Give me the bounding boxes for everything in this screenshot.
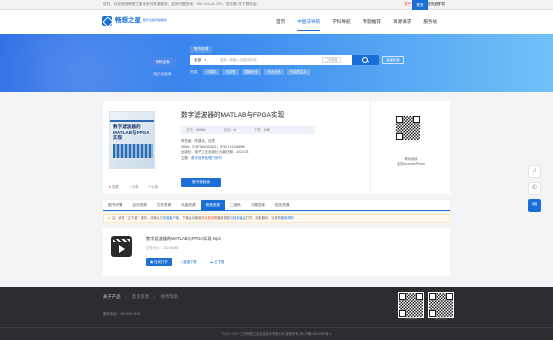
site-logo[interactable]: 畅想之星 数字出版传播服务 [102,16,167,26]
nav-home[interactable]: 首页 [270,10,291,34]
video-file-item: 数字滤波器的MATLAB与FPGA实现.mp4 文件大小：102.48MB ▣ … [103,228,450,276]
book-title: 数字滤波器的MATLAB与FPGA实现 [181,112,285,119]
subject-link[interactable]: 数字信号处理门系列 [191,156,222,160]
warning-icon: ● [108,216,110,220]
search-banner: 学科检索 知识点检索 图书资源 全部 ▾ 搜索 | 请输入关键词检索 二次检索 高… [0,34,553,92]
secondary-search-toggle[interactable]: 二次检索 [322,57,341,63]
favorite-button[interactable]: ♥ 收藏 [109,185,124,189]
help-footer-link[interactable]: 使用帮助 [160,294,178,299]
tab-cd[interactable]: 光盘资源 [176,200,200,210]
search-bar: 全部 ▾ 搜索 | 请输入关键词检索 二次检索 [190,55,379,65]
hot-tag[interactable]: 马克思 [222,69,239,76]
wechat-qr-icon [428,292,454,318]
tab-answers[interactable]: 习题答案 [246,200,270,210]
share-button[interactable]: < 分享 [129,185,144,189]
wechat-caption: 官方微信 [434,316,447,320]
book-stats: 浏览：30961 阅读：6 下载：198 [181,126,315,134]
notification-bell-icon[interactable]: ♫ [528,165,541,178]
quote-icon: ❝ [148,185,151,189]
hot-label: 热搜： [190,70,201,74]
service-hotline: 服务热线：400-600-4011 [103,312,141,316]
normal-download-button[interactable]: ⤓ 普通下载 [177,258,201,266]
tab-qrcode[interactable]: 二维码 [225,200,246,210]
resource-tabs: 图书详情 目次资源 文件资源 光盘资源 视频资源 二维码 习题答案 相关资源 [103,200,450,211]
tab-book-detail[interactable]: 图书详情 [103,200,127,210]
hot-tag[interactable]: 计算机 [203,69,220,76]
book-cover[interactable]: 数字滤波器的MATLAB与FPGA实现 [109,111,155,169]
file-size: 文件大小：102.48MB [146,246,179,250]
read-count: 6 [233,127,236,132]
cover-title: 数字滤波器的MATLAB与FPGA实现 [113,124,150,140]
site-footer: 关于产品 | 意见反馈 | 使用帮助 服务热线：400-600-4011 手机网站 官方… [0,287,553,340]
tab-related[interactable]: 相关资源 [270,200,294,210]
hot-tag[interactable]: 马克思主义 [286,69,310,76]
hot-tag[interactable]: 国家安全 [241,69,262,76]
cover-art [113,144,153,158]
file-name[interactable]: 数字滤波器的MATLAB与FPGA实现.mp4 [146,236,221,241]
chevron-down-icon: ▾ [204,58,206,62]
hot-searches: 热搜： 计算机 马克思 国家安全 可大艺术 马克思主义 [190,69,313,76]
book-info: 责任者：陈建功、杜勇 ISBN：9787894322821；9787121158… [181,139,248,161]
nav-subject[interactable]: 学科导航 [326,10,356,34]
site-header: 畅想之星 数字出版传播服务 首页 中图法导航 学科导航 专题推荐 资源请求 服务… [0,10,553,34]
read-download-button[interactable]: 借书我就读 [181,178,221,187]
mobile-site-caption: 手机网站 [404,316,417,320]
main-nav: 首页 中图法导航 学科导航 专题推荐 资源请求 服务站 [270,10,443,34]
book-actions: ♥ 收藏 < 分享 ❝ 引用 [109,185,168,189]
qr-caption: 移动阅读 支持Android/iPhone [396,157,426,166]
share-icon: < [128,185,131,189]
download-notice: ● 注：该任〝云下载〞操作，请确认已安装客户端，下载后请使用你认真说明播放视频已经… [103,214,450,223]
register-link[interactable]: 注册 [433,2,440,6]
cloud-download-button[interactable]: ☁ 云下载 [206,258,229,266]
nav-clc[interactable]: 中图法导航 [291,10,326,34]
qr-code-icon [395,115,421,141]
tab-files[interactable]: 文件资源 [152,200,176,210]
subject-search-tab[interactable]: 学科检索 [149,57,176,67]
footer-links: 关于产品 | 意见反馈 | 使用帮助 [103,294,179,299]
book-subject: 主题：数字信号处理门系列 [181,155,222,160]
advanced-search-button[interactable]: 高级检索 [382,56,404,64]
logo-name: 畅想之星 [115,17,141,25]
about-link[interactable]: 关于产品 [103,294,121,299]
help-link[interactable]: 使用帮助 [281,216,294,220]
search-button[interactable] [352,55,379,65]
heart-icon: ♥ [109,185,112,189]
nav-service[interactable]: 服务站 [417,10,443,34]
mobile-read-panel: 移动阅读 支持Android/iPhone [370,101,450,194]
login-button[interactable]: 登录 [412,0,428,10]
install-client-link[interactable]: 安装客户端 [163,216,179,220]
tab-toc[interactable]: 目次资源 [127,200,151,210]
top-notice-bar: 您好，欢迎使用畅想之星全系列资源服务。如有问题咨询：180-104-41-221… [0,0,553,10]
nav-request[interactable]: 资源请求 [387,10,417,34]
scope-select[interactable]: 全部 ▾ [194,55,206,65]
copyright: ©2017-2027 江苏畅想之星信息技术有限公司 版权所有 苏ICP备1502… [0,327,553,340]
phone-icon[interactable]: ✆ [528,182,541,195]
video-file-icon [111,236,132,257]
logo-icon [102,16,112,26]
welcome-tip: 您好，欢迎使用畅想之星全系列资源服务。如有问题咨询：180-104-41-221… [103,2,260,6]
mobile-site-qr-icon [398,292,424,318]
views-count: 30961 [196,127,206,132]
logo-subtitle: 数字出版传播服务 [143,18,168,23]
nav-topics[interactable]: 专题推荐 [357,10,387,34]
mail-icon[interactable]: ✉ [528,199,541,212]
tab-video[interactable]: 视频资源 [200,200,225,210]
book-resource-tab[interactable]: 图书资源 [190,46,213,53]
cite-button[interactable]: ❝ 引用 [149,185,164,189]
feedback-link[interactable]: 意见反馈 [132,294,150,299]
hot-tag[interactable]: 可大艺术 [264,69,284,76]
knowledge-search-tab[interactable]: 知识点检索 [149,70,176,78]
file-actions: ▣ 在线打开 ⤓ 普通下载 ☁ 云下载 [146,258,233,266]
open-online-button[interactable]: ▣ 在线打开 [146,258,172,266]
search-input[interactable]: 搜索 | 请输入关键词检索 [220,55,257,65]
download-count: 198 [263,127,270,132]
